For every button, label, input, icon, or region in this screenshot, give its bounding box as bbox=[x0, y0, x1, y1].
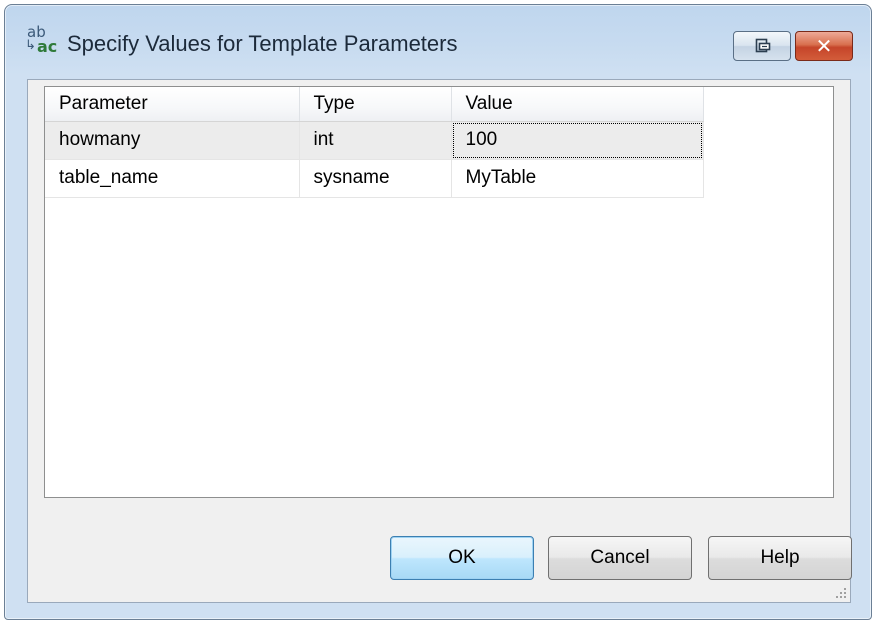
column-header-type[interactable]: Type bbox=[299, 87, 452, 122]
dialog-client-area: Parameter Type Value howmany int 100 tab… bbox=[27, 79, 852, 603]
value-cell[interactable]: MyTable bbox=[451, 159, 704, 198]
table-row[interactable]: howmany int 100 bbox=[45, 121, 704, 160]
value-cell[interactable]: 100 bbox=[451, 121, 704, 160]
parameters-table: Parameter Type Value howmany int 100 tab… bbox=[45, 87, 704, 198]
value-text: 100 bbox=[465, 129, 498, 150]
resize-grip-icon[interactable] bbox=[833, 585, 847, 599]
close-icon: ✕ bbox=[815, 34, 833, 58]
restore-icon bbox=[755, 38, 771, 53]
dialog-window: ab ↳ ac Specify Values for Template Para… bbox=[4, 4, 872, 620]
icon-text-bottom: ac bbox=[37, 37, 58, 56]
help-button[interactable]: Help bbox=[708, 536, 852, 580]
ok-button[interactable]: OK bbox=[390, 536, 534, 580]
column-header-parameter[interactable]: Parameter bbox=[45, 87, 300, 122]
parameter-cell[interactable]: howmany bbox=[45, 121, 300, 160]
header-row: Parameter Type Value bbox=[45, 87, 704, 122]
cancel-button[interactable]: Cancel bbox=[548, 536, 692, 580]
column-header-value[interactable]: Value bbox=[451, 87, 704, 122]
icon-arrow: ↳ bbox=[25, 38, 36, 53]
dialog-title: Specify Values for Template Parameters bbox=[67, 31, 458, 56]
table-row[interactable]: table_name sysname MyTable bbox=[45, 159, 704, 198]
type-cell[interactable]: sysname bbox=[299, 159, 452, 198]
close-button[interactable]: ✕ bbox=[795, 31, 853, 61]
restore-button[interactable] bbox=[733, 31, 791, 61]
parameter-cell[interactable]: table_name bbox=[45, 159, 300, 198]
title-bar[interactable]: ab ↳ ac Specify Values for Template Para… bbox=[5, 5, 871, 79]
template-parameters-icon: ab ↳ ac bbox=[25, 25, 61, 59]
parameters-grid[interactable]: Parameter Type Value howmany int 100 tab… bbox=[44, 86, 834, 498]
type-cell[interactable]: int bbox=[299, 121, 452, 160]
